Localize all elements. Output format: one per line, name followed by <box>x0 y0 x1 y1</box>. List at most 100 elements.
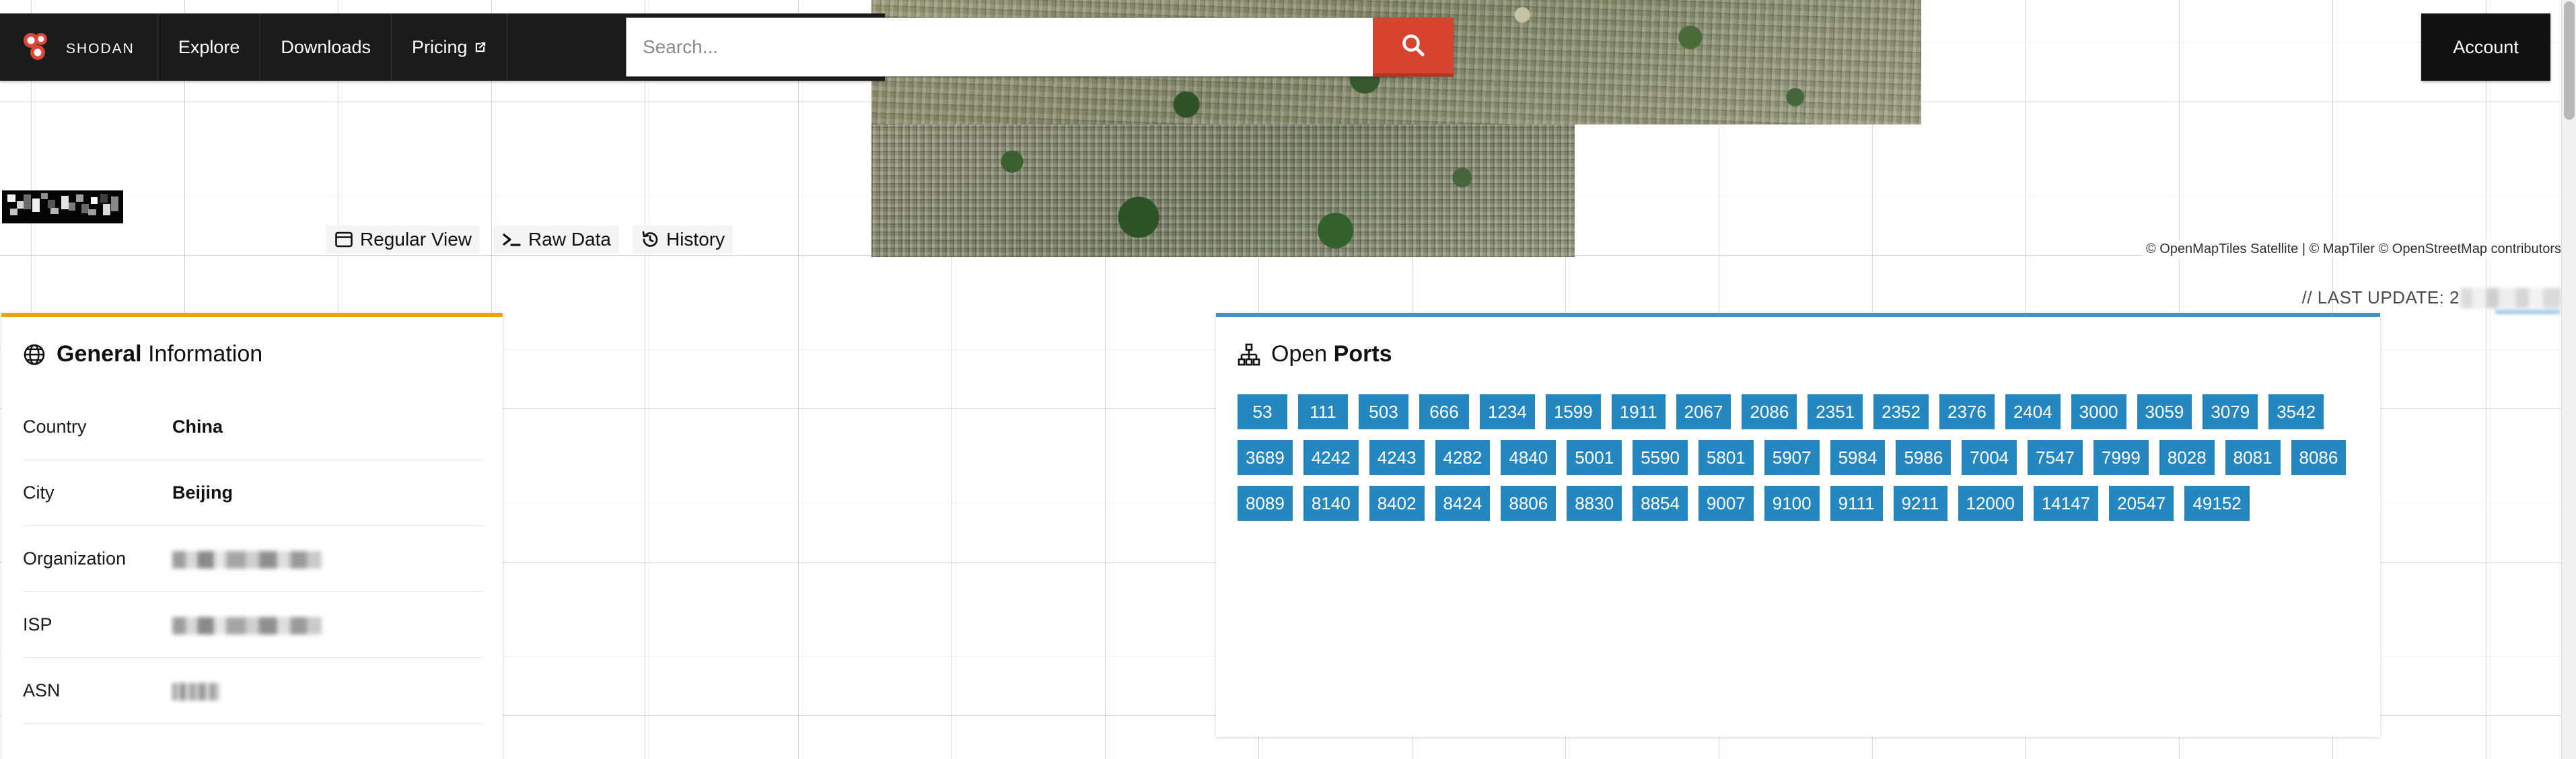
port-chip[interactable]: 8028 <box>2159 440 2215 475</box>
port-chip[interactable]: 3000 <box>2071 394 2126 429</box>
info-row-country: Country China <box>23 394 482 460</box>
info-row-city: City Beijing <box>23 460 482 526</box>
port-chip[interactable]: 2376 <box>1939 394 1995 429</box>
port-chip[interactable]: 49152 <box>2184 486 2250 521</box>
search-input[interactable] <box>626 17 1373 77</box>
port-chip[interactable]: 20547 <box>2109 486 2174 521</box>
clock-rewind-icon <box>642 231 658 247</box>
port-chip[interactable]: 1234 <box>1480 394 1535 429</box>
open-ports-card: Open Ports 53 111 503 666 1234 1599 1911 2067 20… <box>1216 313 2380 737</box>
port-chip[interactable]: 8806 <box>1501 486 1557 521</box>
map-attribution: © OpenMapTiles Satellite | © MapTiler © … <box>2143 241 2564 258</box>
nav-link-label: Explore <box>178 36 240 57</box>
view-tabs: Regular View Raw Data History <box>326 225 734 254</box>
port-chip[interactable]: 8089 <box>1238 486 1293 521</box>
info-label: ASN <box>23 680 61 700</box>
globe-icon <box>24 344 45 365</box>
last-update-text: // LAST UPDATE: 2 <box>2301 287 2460 308</box>
port-chip[interactable]: 8402 <box>1369 486 1425 521</box>
open-ports-grid: 53 111 503 666 1234 1599 1911 2067 2086 2351 2352 2… <box>1216 367 2380 544</box>
search-icon <box>1402 34 1425 56</box>
search-button[interactable] <box>1373 17 1454 77</box>
port-chip[interactable]: 14147 <box>2033 486 2099 521</box>
port-chip[interactable]: 1911 <box>1611 394 1666 429</box>
window-icon <box>335 231 353 248</box>
port-chip[interactable]: 2404 <box>2005 394 2061 429</box>
port-chip[interactable]: 8081 <box>2225 440 2281 475</box>
search-bar <box>626 17 1454 77</box>
nav-link-explore[interactable]: Explore <box>158 13 261 81</box>
port-chip[interactable]: 5984 <box>1830 440 1886 475</box>
info-label: City <box>23 482 55 503</box>
port-chip[interactable]: 3059 <box>2137 394 2192 429</box>
port-chip[interactable]: 8424 <box>1435 486 1491 521</box>
info-row-asn: ASN <box>23 658 482 724</box>
nav-link-pricing[interactable]: Pricing <box>392 13 507 81</box>
card-title-strong: General <box>57 341 142 367</box>
shodan-logo-icon <box>24 33 47 60</box>
brand-label: Shodan <box>66 36 135 58</box>
external-link-icon <box>475 42 485 52</box>
port-chip[interactable]: 3079 <box>2203 394 2258 429</box>
port-chip[interactable]: 9100 <box>1764 486 1820 521</box>
tab-label: Regular View <box>360 229 472 250</box>
nav-link-downloads[interactable]: Downloads <box>260 13 392 81</box>
card-title-strong: Ports <box>1333 341 1392 367</box>
last-update-label: // LAST UPDATE: 2 <box>2301 287 2561 314</box>
port-chip[interactable]: 8830 <box>1567 486 1622 521</box>
port-chip[interactable]: 7999 <box>2093 440 2149 475</box>
tab-history[interactable]: History <box>632 225 734 254</box>
port-chip[interactable]: 3689 <box>1238 440 1293 475</box>
general-information-card: General Information Country China City B… <box>1 313 503 759</box>
map-tile <box>871 124 1575 257</box>
port-chip[interactable]: 4242 <box>1303 440 1359 475</box>
port-chip[interactable]: 5001 <box>1567 440 1622 475</box>
open-ports-title: Open Ports <box>1216 317 2380 367</box>
page-scrollbar[interactable] <box>2561 0 2576 759</box>
port-chip[interactable]: 8086 <box>2291 440 2347 475</box>
sitemap-icon <box>1238 343 1260 365</box>
info-value: China <box>172 417 223 437</box>
info-label: ISP <box>23 614 52 635</box>
port-chip[interactable]: 8854 <box>1633 486 1688 521</box>
brand-home-link[interactable]: Shodan <box>0 13 158 81</box>
port-chip[interactable]: 9211 <box>1893 486 1947 521</box>
port-chip[interactable]: 12000 <box>1958 486 2023 521</box>
port-chip[interactable]: 666 <box>1419 394 1469 429</box>
page-root: © OpenMapTiles Satellite | © MapTiler © … <box>0 0 2576 759</box>
port-chip[interactable]: 2067 <box>1676 394 1731 429</box>
info-label: Organization <box>23 548 127 569</box>
port-chip[interactable]: 4840 <box>1501 440 1557 475</box>
port-chip[interactable]: 4243 <box>1369 440 1425 475</box>
port-chip[interactable]: 5590 <box>1633 440 1688 475</box>
port-chip[interactable]: 1599 <box>1545 394 1601 429</box>
scrollbar-thumb[interactable] <box>2564 1 2575 120</box>
info-value-redacted <box>172 548 322 569</box>
port-chip[interactable]: 2086 <box>1742 394 1797 429</box>
port-chip[interactable]: 111 <box>1298 394 1348 429</box>
port-chip[interactable]: 7004 <box>1962 440 2017 475</box>
nav-link-label: Pricing <box>411 36 468 57</box>
port-chip[interactable]: 9007 <box>1698 486 1754 521</box>
port-chip[interactable]: 2352 <box>1873 394 1929 429</box>
port-chip[interactable]: 7547 <box>2028 440 2083 475</box>
tab-raw-data[interactable]: Raw Data <box>493 225 619 254</box>
port-chip[interactable]: 9111 <box>1830 486 1883 521</box>
info-label: Country <box>23 417 87 437</box>
port-chip[interactable]: 53 <box>1238 394 1287 429</box>
port-chip[interactable]: 5986 <box>1896 440 1952 475</box>
port-chip[interactable]: 5801 <box>1698 440 1754 475</box>
port-chip[interactable]: 5907 <box>1764 440 1820 475</box>
port-chip[interactable]: 2351 <box>1808 394 1863 429</box>
card-title-light: Open <box>1271 341 1328 367</box>
terminal-icon <box>503 233 521 246</box>
account-button[interactable]: Account <box>2421 13 2550 81</box>
info-row-organization: Organization <box>23 526 482 592</box>
port-chip[interactable]: 8140 <box>1303 486 1359 521</box>
port-chip[interactable]: 4282 <box>1435 440 1491 475</box>
last-update-underline-redacted <box>2495 310 2560 314</box>
tab-regular-view[interactable]: Regular View <box>326 225 480 254</box>
port-chip[interactable]: 503 <box>1359 394 1408 429</box>
port-chip[interactable]: 3542 <box>2268 394 2324 429</box>
tab-label: Raw Data <box>528 229 611 250</box>
